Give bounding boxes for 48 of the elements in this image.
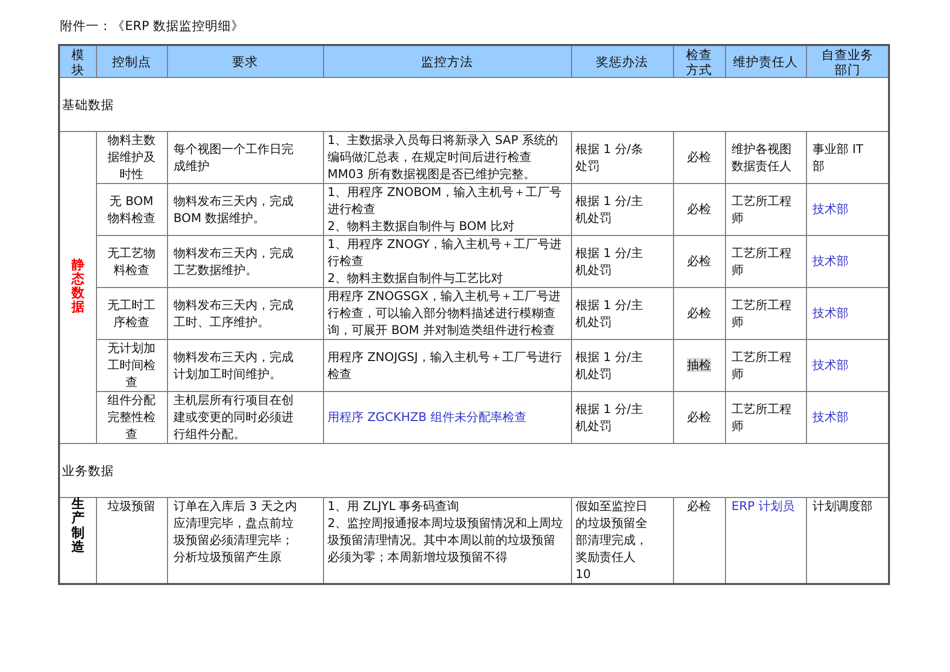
table-cell: 组件分配完整性检查 [96,392,167,444]
table-cell: 工艺所工程师 [725,288,806,340]
module-label: 生产制造 [71,498,84,556]
table-cell: 用程序 ZNOJGSJ，输入主机号＋工厂号进行检查 [323,340,571,392]
table-cell: 根据 1 分/条处罚 [571,132,673,184]
table-cell: 根据 1 分/主机处罚 [571,184,673,236]
table-cell: 物料发布三天内，完成工艺数据维护。 [167,236,323,288]
check-method: 必检 [687,306,711,320]
table-cell: 无工时工序检查 [96,288,167,340]
table-cell: 根据 1 分/主机处罚 [571,340,673,392]
column-header: 监控方法 [323,45,571,78]
table-cell: 无计划加工时间检查 [96,340,167,392]
table-cell: 物料发布三天内，完成计划加工时间维护。 [167,340,323,392]
document-title: 附件一：《ERP 数据监控明细》 [59,18,246,35]
table-cell: 维护各视图数据责任人 [725,132,806,184]
table-cell: 主机层所有行项目在创建或变更的同时必须进行组件分配。 [167,392,323,444]
column-header: 检查方式 [673,45,725,78]
check-method: 必检 [687,499,711,513]
table-cell: 每个视图一个工作日完成维护 [167,132,323,184]
table-cell: 用程序 ZGCKHZB 组件未分配率检查 [323,392,571,444]
column-header: 模块 [59,45,96,78]
check-method: 必检 [687,254,711,268]
column-header: 要求 [167,45,323,78]
table-cell: 工艺所工程师 [725,236,806,288]
table-cell: 工艺所工程师 [725,184,806,236]
column-header: 控制点 [96,45,167,78]
module-label: 静态数据 [71,258,84,316]
table-cell: 1、用程序 ZNOGY，输入主机号＋工厂号进行检查 2、物料主数据自制件与工艺比对 [323,236,571,288]
column-header: 奖惩办法 [571,45,673,78]
check-method: 必检 [687,410,711,424]
table-cell: 根据 1 分/主机处罚 [571,236,673,288]
check-method: 必检 [687,202,711,216]
table-cell: 工艺所工程师 [725,392,806,444]
table-cell: 物料发布三天内，完成 BOM 数据维护。 [167,184,323,236]
table-cell: 根据 1 分/主机处罚 [571,392,673,444]
table-cell: 物料主数据维护及时性 [96,132,167,184]
table-cell: 工艺所工程师 [725,340,806,392]
table-cell: 用程序 ZNOGSGX，输入主机号＋工厂号进行检查，可以输入部分物料描述进行模糊查询，可展开 BOM 并对制造类组件进行检查 [323,288,571,340]
table-cell: 无 BOM 物料检查 [96,184,167,236]
check-method: 抽检 [687,358,711,372]
check-method: 必检 [687,150,711,164]
table-cell: 物料发布三天内，完成工时、工序维护。 [167,288,323,340]
column-header: 维护责任人 [725,45,806,78]
table-cell: 1、用程序 ZNOBOM，输入主机号＋工厂号进行检查 2、物料主数据自制件与 BOM 比对 [323,184,571,236]
table-cell: 1、主数据录入员每日将新录入 SAP 系统的编码做汇总表，在规定时间后进行检查 MM03 所有数据视图是否已维护完整。 [323,132,571,184]
table-cell: 无工艺物料检查 [96,236,167,288]
table-cell: 根据 1 分/主机处罚 [571,288,673,340]
column-header: 自查业务部门 [806,45,889,78]
